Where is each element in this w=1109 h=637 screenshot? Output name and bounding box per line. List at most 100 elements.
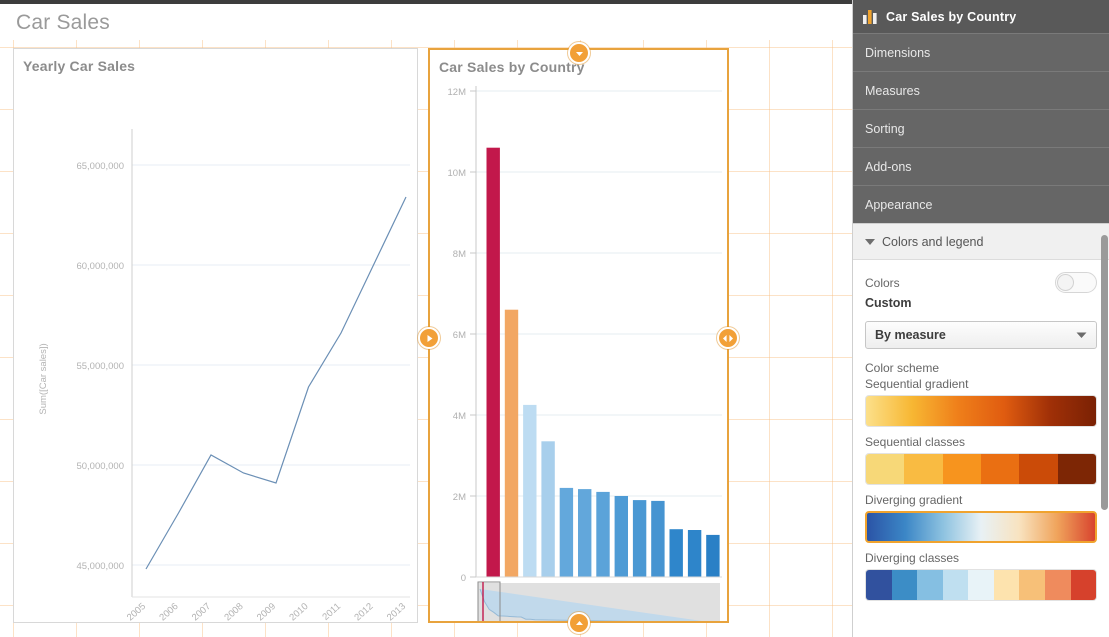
toggle-knob bbox=[1057, 274, 1074, 291]
colors-row: Colors bbox=[865, 272, 1097, 293]
line-chart-y-tick-label: 50,000,000 bbox=[76, 461, 124, 472]
line-series-path[interactable] bbox=[145, 196, 407, 570]
scheme-color-cell bbox=[942, 570, 969, 600]
bar-chart-bar[interactable] bbox=[541, 441, 555, 577]
line-chart-x-tick-label: 2009 bbox=[255, 601, 278, 622]
chevron-down-icon bbox=[1076, 332, 1087, 338]
resize-handle-right[interactable] bbox=[717, 327, 739, 349]
colors-value: Custom bbox=[865, 296, 912, 310]
page-title: Car Sales bbox=[16, 11, 111, 34]
bar-chart-y-tick-label: 2M bbox=[453, 492, 466, 503]
panel-section-label: Appearance bbox=[865, 197, 933, 212]
scheme-color-cell bbox=[891, 570, 918, 600]
chevron-down-icon bbox=[575, 51, 583, 56]
chevron-up-icon bbox=[575, 620, 583, 625]
bar-chart-y-tick-label: 12M bbox=[448, 87, 467, 98]
scheme-label-sequential-gradient: Sequential gradient bbox=[865, 377, 969, 391]
line-chart-x-tick-label: 2005 bbox=[125, 601, 148, 622]
color-by-select-value: By measure bbox=[875, 328, 946, 342]
bar-chart-y-tick-label: 0 bbox=[461, 573, 466, 584]
bar-chart-y-tick-label: 8M bbox=[453, 249, 466, 260]
panel-section-label: Add-ons bbox=[865, 159, 912, 174]
scheme-swatch-diverging-gradient[interactable] bbox=[865, 511, 1097, 543]
colors-toggle[interactable] bbox=[1055, 272, 1097, 293]
bar-chart-y-tick-label: 6M bbox=[453, 330, 466, 341]
panel-section-label: Sorting bbox=[865, 121, 905, 136]
panel-section-sorting[interactable]: Sorting bbox=[853, 109, 1109, 147]
line-chart-x-tick-label: 2006 bbox=[157, 601, 180, 622]
scheme-color-cell bbox=[917, 570, 943, 600]
scheme-color-cell bbox=[866, 570, 892, 600]
scheme-color-cell bbox=[1044, 570, 1071, 600]
resize-handle-left[interactable] bbox=[418, 327, 440, 349]
scheme-color-cell bbox=[1019, 454, 1058, 484]
bar-chart-y-tick-label: 4M bbox=[453, 411, 466, 422]
scheme-swatch-sequential-gradient[interactable] bbox=[865, 395, 1097, 427]
resize-handle-top[interactable] bbox=[568, 42, 590, 64]
panel-section-measures[interactable]: Measures bbox=[853, 71, 1109, 109]
chart-object-yearly-car-sales[interactable]: Yearly Car Sales 45,000,000 50,000,000 55,… bbox=[13, 48, 418, 623]
scheme-color-cell bbox=[1070, 570, 1096, 600]
scheme-swatch-diverging-classes[interactable] bbox=[865, 569, 1097, 601]
line-chart-y-tick-label: 65,000,000 bbox=[76, 161, 124, 172]
panel-subsection-colors-and-legend[interactable]: Colors and legend bbox=[853, 223, 1109, 260]
line-chart-y-axis-title: Sum([Car sales]) bbox=[38, 343, 49, 414]
bar-chart-icon bbox=[863, 9, 877, 24]
panel-section-add-ons[interactable]: Add-ons bbox=[853, 147, 1109, 185]
line-chart-x-tick-label: 2011 bbox=[320, 601, 343, 622]
scheme-color-cell bbox=[866, 454, 905, 484]
bar-chart-bar[interactable] bbox=[687, 530, 702, 577]
property-panel: Car Sales by Country Dimensions Measures… bbox=[852, 0, 1109, 637]
app-top-bar bbox=[0, 0, 852, 4]
scheme-color-cell bbox=[904, 454, 943, 484]
bar-chart-bar[interactable] bbox=[669, 529, 683, 577]
panel-title: Car Sales by Country bbox=[886, 9, 1017, 24]
bar-chart-y-tick-label: 10M bbox=[448, 168, 467, 179]
scheme-label-diverging-classes: Diverging classes bbox=[865, 551, 960, 565]
bar-chart-bar[interactable] bbox=[651, 500, 665, 577]
line-chart-x-tick-label: 2007 bbox=[190, 601, 213, 622]
bar-chart-bar[interactable] bbox=[596, 491, 610, 577]
panel-section-label: Measures bbox=[865, 83, 920, 98]
scheme-label-diverging-gradient: Diverging gradient bbox=[865, 493, 963, 507]
bar-chart-plot[interactable]: 0 2M 4M 6M 8M 10M 12M bbox=[430, 50, 727, 621]
color-scheme-label: Color scheme bbox=[865, 361, 940, 375]
line-chart-x-tick-label: 2010 bbox=[287, 601, 310, 622]
line-chart-y-tick-label: 60,000,000 bbox=[76, 261, 124, 272]
bar-chart-bar[interactable] bbox=[559, 487, 574, 577]
scheme-color-cell bbox=[993, 570, 1020, 600]
scheme-color-cell bbox=[1019, 570, 1045, 600]
panel-section-label: Dimensions bbox=[865, 45, 931, 60]
panel-subsection-label: Colors and legend bbox=[882, 234, 984, 249]
line-chart-x-tick-label: 2008 bbox=[222, 601, 245, 622]
play-right-icon bbox=[427, 334, 432, 342]
panel-scrollbar[interactable] bbox=[1101, 235, 1108, 510]
line-chart-y-tick-label: 45,000,000 bbox=[76, 561, 124, 572]
sheet-workspace: Car Sales Yearly Car Sales 45,000,000 50,… bbox=[0, 0, 852, 637]
line-chart-x-tick-label: 2013 bbox=[385, 601, 408, 622]
scheme-color-cell bbox=[942, 454, 981, 484]
chart-object-car-sales-by-country[interactable]: Car Sales by Country 0 2M 4M 6M 8M 10M 12M bbox=[428, 48, 729, 623]
bar-chart-bar[interactable] bbox=[504, 309, 519, 577]
scheme-color-cell bbox=[968, 570, 994, 600]
panel-header: Car Sales by Country bbox=[853, 0, 1109, 33]
panel-section-appearance[interactable]: Appearance bbox=[853, 185, 1109, 223]
bar-chart-bar[interactable] bbox=[486, 147, 500, 577]
scheme-swatch-sequential-classes[interactable] bbox=[865, 453, 1097, 485]
caret-down-icon bbox=[865, 238, 875, 245]
bar-chart-bar[interactable] bbox=[706, 534, 720, 577]
line-chart-plot[interactable]: 45,000,000 50,000,000 55,000,000 60,000,000… bbox=[14, 49, 417, 622]
colors-label: Colors bbox=[865, 275, 900, 290]
panel-body: Colors Custom By measure Color scheme Se… bbox=[853, 260, 1109, 601]
bar-chart-bar[interactable] bbox=[632, 500, 647, 577]
color-by-select[interactable]: By measure bbox=[865, 321, 1097, 349]
bar-chart-bar[interactable] bbox=[523, 404, 537, 577]
bar-chart-bar[interactable] bbox=[614, 496, 628, 577]
line-chart-y-tick-label: 55,000,000 bbox=[76, 361, 124, 372]
scheme-label-sequential-classes: Sequential classes bbox=[865, 435, 966, 449]
resize-handle-bottom[interactable] bbox=[568, 612, 590, 634]
bar-chart-bar[interactable] bbox=[578, 489, 592, 577]
arrows-left-right-icon bbox=[723, 334, 733, 342]
line-chart-x-tick-label: 2012 bbox=[352, 601, 375, 622]
panel-section-dimensions[interactable]: Dimensions bbox=[853, 33, 1109, 71]
